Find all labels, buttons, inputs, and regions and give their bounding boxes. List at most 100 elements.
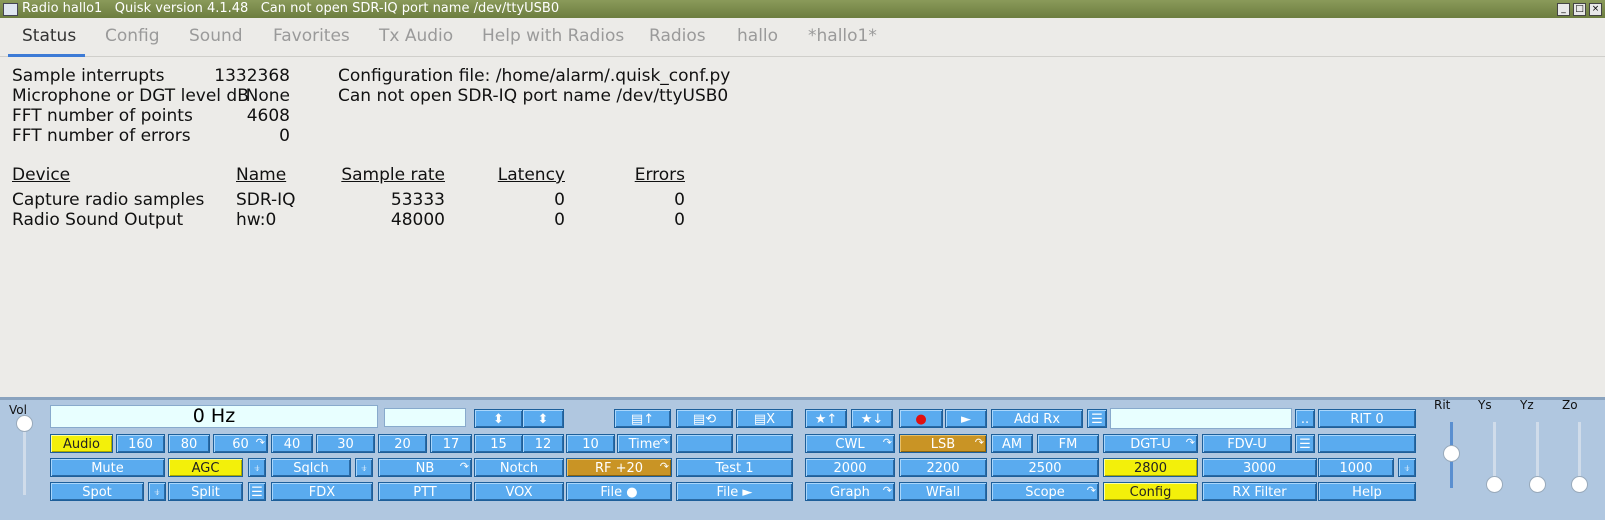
favorite-up-button[interactable]: ★↑	[805, 409, 847, 428]
memory-delete-button[interactable]: ▤X	[736, 409, 793, 428]
squelch-button[interactable]: Sqlch	[271, 458, 351, 477]
test-1-button[interactable]: Test 1	[676, 458, 793, 477]
graph-button[interactable]: Graph ↷	[805, 482, 895, 501]
filter-1000-button[interactable]: 1000	[1318, 458, 1394, 477]
frequency-display[interactable]: 0 Hz	[50, 405, 378, 428]
filter-slider-icon[interactable]: ⍖	[1398, 458, 1416, 477]
band-10-button[interactable]: 10	[566, 434, 615, 453]
blank-button[interactable]	[676, 434, 733, 453]
rx-filter-button[interactable]: RX Filter	[1202, 482, 1317, 501]
header-name: Name	[236, 165, 287, 185]
text-entry[interactable]	[1110, 408, 1292, 429]
tab-hallo1[interactable]: *hallo1*	[808, 26, 877, 46]
title-bar[interactable]: Radio hallo1 Quisk version 4.1.48 Can no…	[0, 0, 1605, 18]
rf-gain-button[interactable]: RF +20 ↷	[566, 458, 672, 477]
window-title: Radio hallo1 Quisk version 4.1.48 Can no…	[22, 1, 560, 16]
waterfall-button[interactable]: WFall	[899, 482, 987, 501]
add-rx-button[interactable]: Add Rx	[991, 409, 1083, 428]
tab-tx-audio[interactable]: Tx Audio	[379, 26, 453, 46]
tab-hallo[interactable]: hallo	[737, 26, 778, 46]
band-30-button[interactable]: 30	[316, 434, 375, 453]
filter-2200-button[interactable]: 2200	[899, 458, 987, 477]
header-errors: Errors	[634, 165, 685, 185]
browse-button[interactable]: ..	[1295, 409, 1315, 428]
split-list-icon[interactable]: ☰	[248, 482, 266, 501]
band-40-button[interactable]: 40	[271, 434, 313, 453]
step-down-button[interactable]: ⬍	[474, 409, 523, 428]
row-name: hw:0	[236, 210, 277, 230]
mode-fdvu-button[interactable]: FDV-U	[1202, 434, 1292, 453]
file-record-button[interactable]: File ●	[566, 482, 672, 501]
tab-status[interactable]: Status	[22, 26, 76, 46]
tab-config[interactable]: Config	[105, 26, 160, 46]
band-15-button[interactable]: 15	[474, 434, 523, 453]
ptt-button[interactable]: PTT	[378, 482, 472, 501]
band-20-button[interactable]: 20	[378, 434, 427, 453]
band-60-button[interactable]: 60 ↷	[213, 434, 268, 453]
tab-help-with-radios[interactable]: Help with Radios	[482, 26, 624, 46]
list-menu-icon[interactable]: ☰	[1087, 409, 1107, 428]
tab-sound[interactable]: Sound	[189, 26, 243, 46]
spot-slider-icon[interactable]: ⍖	[148, 482, 166, 501]
memory-save-button[interactable]: ▤↑	[614, 409, 671, 428]
agc-button[interactable]: AGC	[168, 458, 243, 477]
blank-button[interactable]	[736, 434, 793, 453]
window-menu-icon[interactable]	[3, 3, 18, 16]
filter-3000-button[interactable]: 3000	[1202, 458, 1317, 477]
scope-menu-icon: ↷	[1086, 484, 1096, 497]
mode-list-icon[interactable]: ☰	[1295, 434, 1315, 453]
tab-favorites[interactable]: Favorites	[273, 26, 350, 46]
record-button[interactable]: ●	[899, 409, 943, 428]
notch-button[interactable]: Notch	[474, 458, 564, 477]
spot-button[interactable]: Spot	[50, 482, 144, 501]
band-160-button[interactable]: 160	[116, 434, 165, 453]
mode-dgtu-button[interactable]: DGT-U ↷	[1103, 434, 1198, 453]
fdx-button[interactable]: FDX	[271, 482, 373, 501]
rit-slider-knob[interactable]	[1443, 445, 1460, 462]
blank-button[interactable]	[1318, 434, 1416, 453]
yz-slider-knob[interactable]	[1529, 476, 1546, 493]
zo-slider-knob[interactable]	[1571, 476, 1588, 493]
file-play-button[interactable]: File ►	[676, 482, 793, 501]
mode-fm-button[interactable]: FM	[1037, 434, 1099, 453]
filter-2000-button[interactable]: 2000	[805, 458, 895, 477]
frequency-entry[interactable]	[384, 408, 466, 427]
time-button[interactable]: Time ↷	[617, 434, 672, 453]
mode-cwl-button[interactable]: CWL ↷	[805, 434, 895, 453]
rit-button[interactable]: RIT 0	[1318, 409, 1416, 428]
close-icon[interactable]: ×	[1589, 3, 1602, 16]
time-menu-icon: ↷	[659, 436, 669, 449]
nb-button[interactable]: NB ↷	[378, 458, 472, 477]
filter-2500-button[interactable]: 2500	[991, 458, 1099, 477]
help-button[interactable]: Help	[1318, 482, 1416, 501]
split-button[interactable]: Split	[168, 482, 243, 501]
mode-am-button[interactable]: AM	[991, 434, 1033, 453]
band-80-button[interactable]: 80	[168, 434, 210, 453]
row-device: Radio Sound Output	[12, 210, 184, 230]
squelch-slider-icon[interactable]: ⍖	[355, 458, 373, 477]
agc-slider-icon[interactable]: ⍖	[248, 458, 266, 477]
volume-slider-track[interactable]	[23, 426, 26, 495]
filter-2800-button[interactable]: 2800	[1103, 458, 1198, 477]
scope-button[interactable]: Scope ↷	[991, 482, 1099, 501]
band-17-button[interactable]: 17	[430, 434, 472, 453]
favorite-down-button[interactable]: ★↓	[851, 409, 893, 428]
status-pane: Sample interrupts 1332368 Microphone or …	[0, 57, 1605, 395]
step-up-button[interactable]: ⬍	[522, 409, 564, 428]
nb-menu-icon: ↷	[459, 460, 469, 473]
config-button[interactable]: Config	[1103, 482, 1198, 501]
maximize-icon[interactable]: □	[1573, 3, 1586, 16]
mode-lsb-button[interactable]: LSB ↷	[899, 434, 987, 453]
play-button[interactable]: ►	[945, 409, 987, 428]
band-12-button[interactable]: 12	[522, 434, 564, 453]
ys-slider-knob[interactable]	[1486, 476, 1503, 493]
memory-recall-button[interactable]: ▤⟲	[676, 409, 733, 428]
mute-button[interactable]: Mute	[50, 458, 165, 477]
minimize-icon[interactable]: _	[1557, 3, 1570, 16]
vox-button[interactable]: VOX	[474, 482, 564, 501]
volume-slider-knob[interactable]	[16, 415, 33, 432]
audio-button[interactable]: Audio	[50, 434, 113, 453]
row-rate: 53333	[390, 190, 445, 210]
mode-lsb-menu-icon: ↷	[974, 436, 984, 449]
tab-radios[interactable]: Radios	[649, 26, 706, 46]
